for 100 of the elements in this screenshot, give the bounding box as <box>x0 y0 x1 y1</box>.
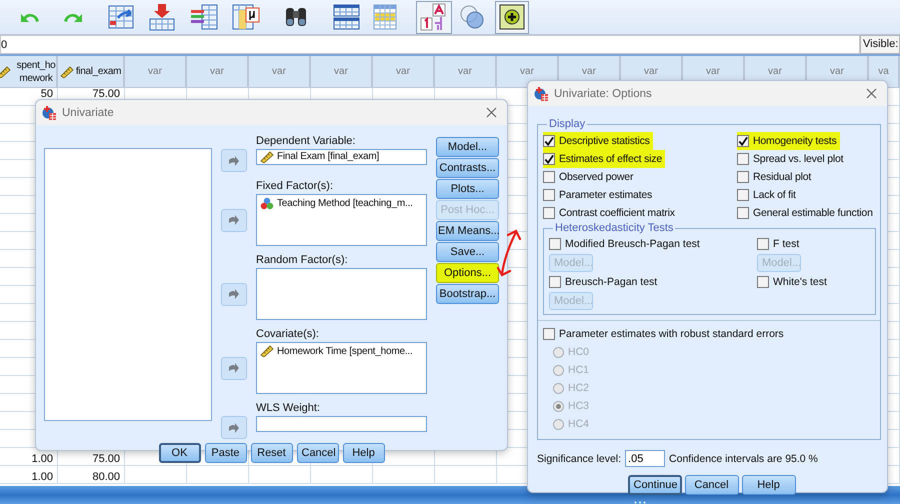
checkbox[interactable] <box>737 135 749 147</box>
field-label: Dependent Variable: <box>256 135 356 148</box>
checkbox-label: F test <box>773 238 800 250</box>
table-cell: 50 <box>40 88 53 100</box>
checkbox[interactable] <box>737 153 749 165</box>
dialog-button[interactable]: Reset <box>250 443 292 463</box>
variable-field[interactable]: Final Exam [final_exam] <box>256 149 427 165</box>
toolbar-button[interactable] <box>495 0 529 34</box>
move-button[interactable] <box>221 356 247 380</box>
checkbox-label: Contrast coefficient matrix <box>559 207 675 219</box>
dialog-button[interactable]: Cancel <box>296 443 338 463</box>
balls-icon <box>260 196 274 210</box>
checkbox-label: Spread vs. level plot <box>753 153 844 165</box>
checkbox[interactable] <box>549 276 561 288</box>
arrow-icon <box>228 363 240 373</box>
field-label: Random Factor(s): <box>256 254 349 267</box>
radio-label: HC4 <box>568 418 590 430</box>
variable-name: Homework Time [spent_home... <box>277 346 413 356</box>
radio-label: HC0 <box>568 346 590 358</box>
table-cell: 75.00 <box>92 453 120 465</box>
column-header[interactable]: final_exam <box>58 56 125 88</box>
checkbox-label: Modified Breusch-Pagan test <box>565 238 700 250</box>
radio-label: HC2 <box>568 382 590 394</box>
confidence-note: Confidence intervals are 95.0 % <box>669 452 818 464</box>
circles-icon <box>458 4 486 30</box>
table-cell: 80.00 <box>92 471 120 483</box>
columns-icon <box>190 4 218 30</box>
dialog-app-icon <box>534 86 548 100</box>
field-label: Fixed Factor(s): <box>256 180 334 193</box>
dialog-button[interactable]: Options... <box>436 263 499 283</box>
checkbox-label: White's test <box>773 276 827 288</box>
dialog-button[interactable]: Model... <box>436 137 499 157</box>
checkbox[interactable] <box>543 153 555 165</box>
dialog-app-icon <box>42 106 56 120</box>
dialog-button[interactable]: Cancel <box>684 475 738 495</box>
table-cell: 1.00 <box>32 453 53 465</box>
column-header[interactable]: var <box>249 56 311 88</box>
table-cell: 1.00 <box>32 471 53 483</box>
checkbox-label: Parameter estimates with robust standard errors <box>559 328 784 340</box>
visible-label: Visible: <box>860 35 900 54</box>
checkbox[interactable] <box>543 135 555 147</box>
ruler-icon <box>260 150 274 162</box>
variable-field[interactable]: Teaching Method [teaching_m... <box>256 194 427 246</box>
checkbox[interactable] <box>543 207 555 219</box>
checkbox[interactable] <box>737 207 749 219</box>
dialog-button[interactable]: OK <box>158 443 200 463</box>
checkbox-label: Residual plot <box>753 171 812 183</box>
checkbox-label: Parameter estimates <box>559 189 652 201</box>
move-button[interactable] <box>221 282 247 306</box>
close-icon[interactable] <box>866 88 877 99</box>
variable-field[interactable]: Homework Time [spent_home... <box>256 342 427 394</box>
move-button[interactable] <box>221 149 247 172</box>
column-header[interactable]: var <box>187 56 249 88</box>
field-label: Significance level: <box>537 452 622 464</box>
checkbox[interactable] <box>549 238 561 250</box>
dialog-button[interactable]: Help <box>342 443 384 463</box>
checkbox[interactable] <box>757 276 769 288</box>
ruler-icon <box>60 66 74 78</box>
move-button[interactable] <box>221 416 247 439</box>
checkbox[interactable] <box>543 171 555 183</box>
dialog-button[interactable]: Continue <box>628 475 682 495</box>
checkbox[interactable] <box>737 171 749 183</box>
field-label: WLS Weight: <box>256 402 321 415</box>
column-header[interactable]: var <box>311 56 373 88</box>
dialog-title: Univariate: Options <box>554 88 653 100</box>
column-header[interactable]: var <box>125 56 187 88</box>
grip-icon[interactable] <box>634 501 646 504</box>
dialog-button[interactable]: EM Means... <box>436 221 499 241</box>
arrow-icon <box>228 215 240 225</box>
variable-field[interactable] <box>256 416 427 432</box>
table-cell: 75.00 <box>92 88 120 100</box>
dialog-button[interactable]: Bootstrap... <box>436 284 499 304</box>
close-icon[interactable] <box>486 107 497 118</box>
checkbox[interactable] <box>737 189 749 201</box>
variable-name: Teaching Method [teaching_m... <box>277 198 413 208</box>
column-header[interactable]: spent_homework <box>0 56 58 88</box>
column-header[interactable]: var <box>435 56 497 88</box>
dialog-button[interactable]: Contrasts... <box>436 158 499 178</box>
cell-value-field[interactable]: 0 <box>0 35 860 54</box>
significance-field[interactable]: .05 <box>625 450 666 467</box>
column-header[interactable]: var <box>373 56 435 88</box>
split-table-icon <box>333 4 360 30</box>
dialog-button[interactable]: Save... <box>436 242 499 262</box>
checkbox-label: General estimable function <box>753 207 873 219</box>
ruler-icon <box>260 345 274 357</box>
dialog-button[interactable]: Plots... <box>436 179 499 199</box>
checkbox-label: Estimates of effect size <box>559 153 662 165</box>
checkbox-label: Lack of fit <box>753 189 796 201</box>
group-title: Display <box>548 118 586 130</box>
value-labels-icon <box>420 3 448 31</box>
checkbox-label: Observed power <box>559 171 634 183</box>
table-mu-icon <box>232 4 260 30</box>
checkbox[interactable] <box>543 189 555 201</box>
checkbox[interactable] <box>757 238 769 250</box>
dialog-button[interactable]: Help <box>742 475 796 495</box>
table-down-arrow-icon <box>149 3 175 31</box>
variable-field[interactable] <box>256 268 427 320</box>
dialog-button[interactable]: Paste <box>204 443 246 463</box>
move-button[interactable] <box>221 208 247 232</box>
radio-label: HC3 <box>568 400 590 412</box>
